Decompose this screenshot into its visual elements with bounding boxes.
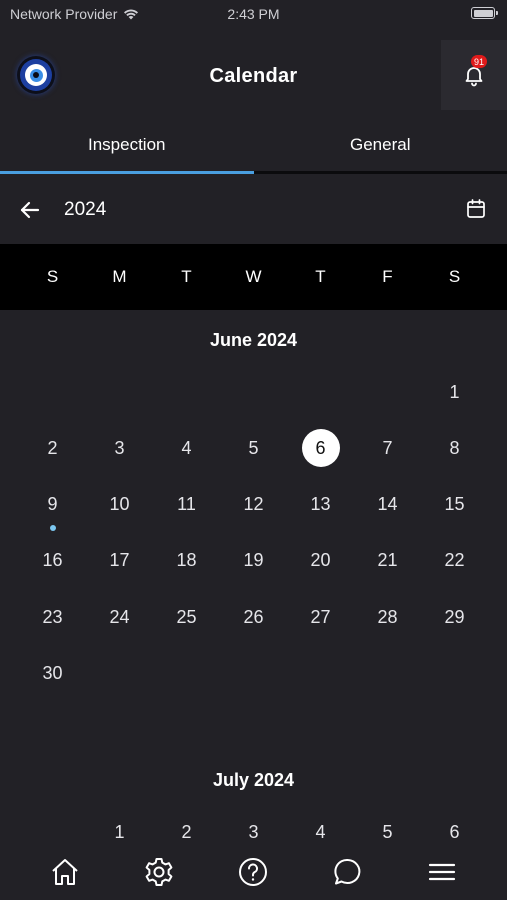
tab-bar: Inspection General (0, 118, 507, 174)
nav-home-button[interactable] (43, 850, 87, 894)
calendar-day[interactable]: 14 (354, 485, 421, 525)
calendar-day[interactable]: 26 (220, 597, 287, 637)
nav-settings-button[interactable] (137, 850, 181, 894)
year-bar: 2024 (0, 178, 507, 242)
nav-menu-button[interactable] (420, 850, 464, 894)
calendar-day[interactable]: 22 (421, 541, 488, 581)
calendar-day[interactable]: 23 (19, 597, 86, 637)
calendar-day[interactable]: 15 (421, 485, 488, 525)
calendar-day[interactable]: 1 (421, 372, 488, 412)
weekday-label: T (181, 267, 192, 286)
weekday-label: S (46, 267, 59, 286)
nav-chat-button[interactable] (326, 850, 370, 894)
selected-day-indicator: 6 (301, 429, 340, 468)
calendar-day[interactable]: 24 (86, 597, 153, 637)
tab-inspection[interactable]: Inspection (0, 118, 254, 174)
nav-help-button[interactable] (231, 850, 275, 894)
calendar-day[interactable]: 7 (354, 428, 421, 468)
notifications-button[interactable]: 91 (441, 40, 507, 110)
event-dot (49, 524, 56, 531)
weekday-header: S M T W T F S (0, 244, 507, 310)
bottom-nav (0, 844, 507, 900)
page-title: Calendar (209, 64, 298, 87)
weekday-label: S (448, 267, 461, 286)
app-header: Calendar 91 (0, 40, 507, 112)
calendar-day[interactable]: 19 (220, 541, 287, 581)
status-bar: Network Provider 2:43 PM (0, 0, 507, 28)
calendar-day[interactable]: 18 (153, 541, 220, 581)
calendar-day[interactable]: 30 (19, 654, 86, 694)
notification-badge: 91 (471, 55, 488, 68)
calendar-day[interactable]: 8 (421, 428, 488, 468)
calendar-day[interactable]: 9 (19, 485, 86, 531)
calendar-day[interactable]: 12 (220, 485, 287, 525)
battery-icon (471, 7, 498, 19)
calendar-day[interactable]: 16 (19, 541, 86, 581)
calendar-icon[interactable] (465, 198, 487, 220)
calendar-day[interactable]: 25 (153, 597, 220, 637)
menu-icon (427, 857, 457, 887)
weekday-label: T (315, 267, 326, 286)
chat-icon (332, 856, 364, 888)
calendar-day[interactable]: 27 (287, 597, 354, 637)
calendar-day[interactable]: 20 (287, 541, 354, 581)
status-time: 2:43 PM (227, 6, 280, 22)
calendar-day[interactable]: 3 (86, 428, 153, 468)
calendar-day[interactable]: 6 (287, 428, 354, 468)
year-label: 2024 (64, 199, 107, 220)
calendar-day[interactable]: 11 (153, 485, 220, 525)
calendar-day[interactable]: 2 (19, 428, 86, 468)
weekday-label: F (382, 267, 393, 286)
back-arrow-icon[interactable] (18, 198, 42, 222)
app-logo[interactable] (17, 56, 55, 94)
month-title-june: June 2024 (209, 330, 298, 350)
calendar-day[interactable]: 4 (153, 428, 220, 468)
calendar-day[interactable]: 13 (287, 485, 354, 525)
calendar-day[interactable]: 28 (354, 597, 421, 637)
calendar-day[interactable]: 5 (220, 428, 287, 468)
gear-icon (143, 856, 175, 888)
help-icon (237, 856, 269, 888)
tab-general[interactable]: General (254, 118, 507, 171)
calendar-day[interactable]: 29 (421, 597, 488, 637)
calendar-day[interactable]: 17 (86, 541, 153, 581)
calendar-day[interactable]: 10 (86, 485, 153, 525)
home-icon (49, 856, 81, 888)
weekday-label: W (245, 267, 262, 286)
weekday-label: M (112, 267, 127, 286)
calendar-day[interactable]: 21 (354, 541, 421, 581)
month-title-july: July 2024 (212, 770, 295, 790)
